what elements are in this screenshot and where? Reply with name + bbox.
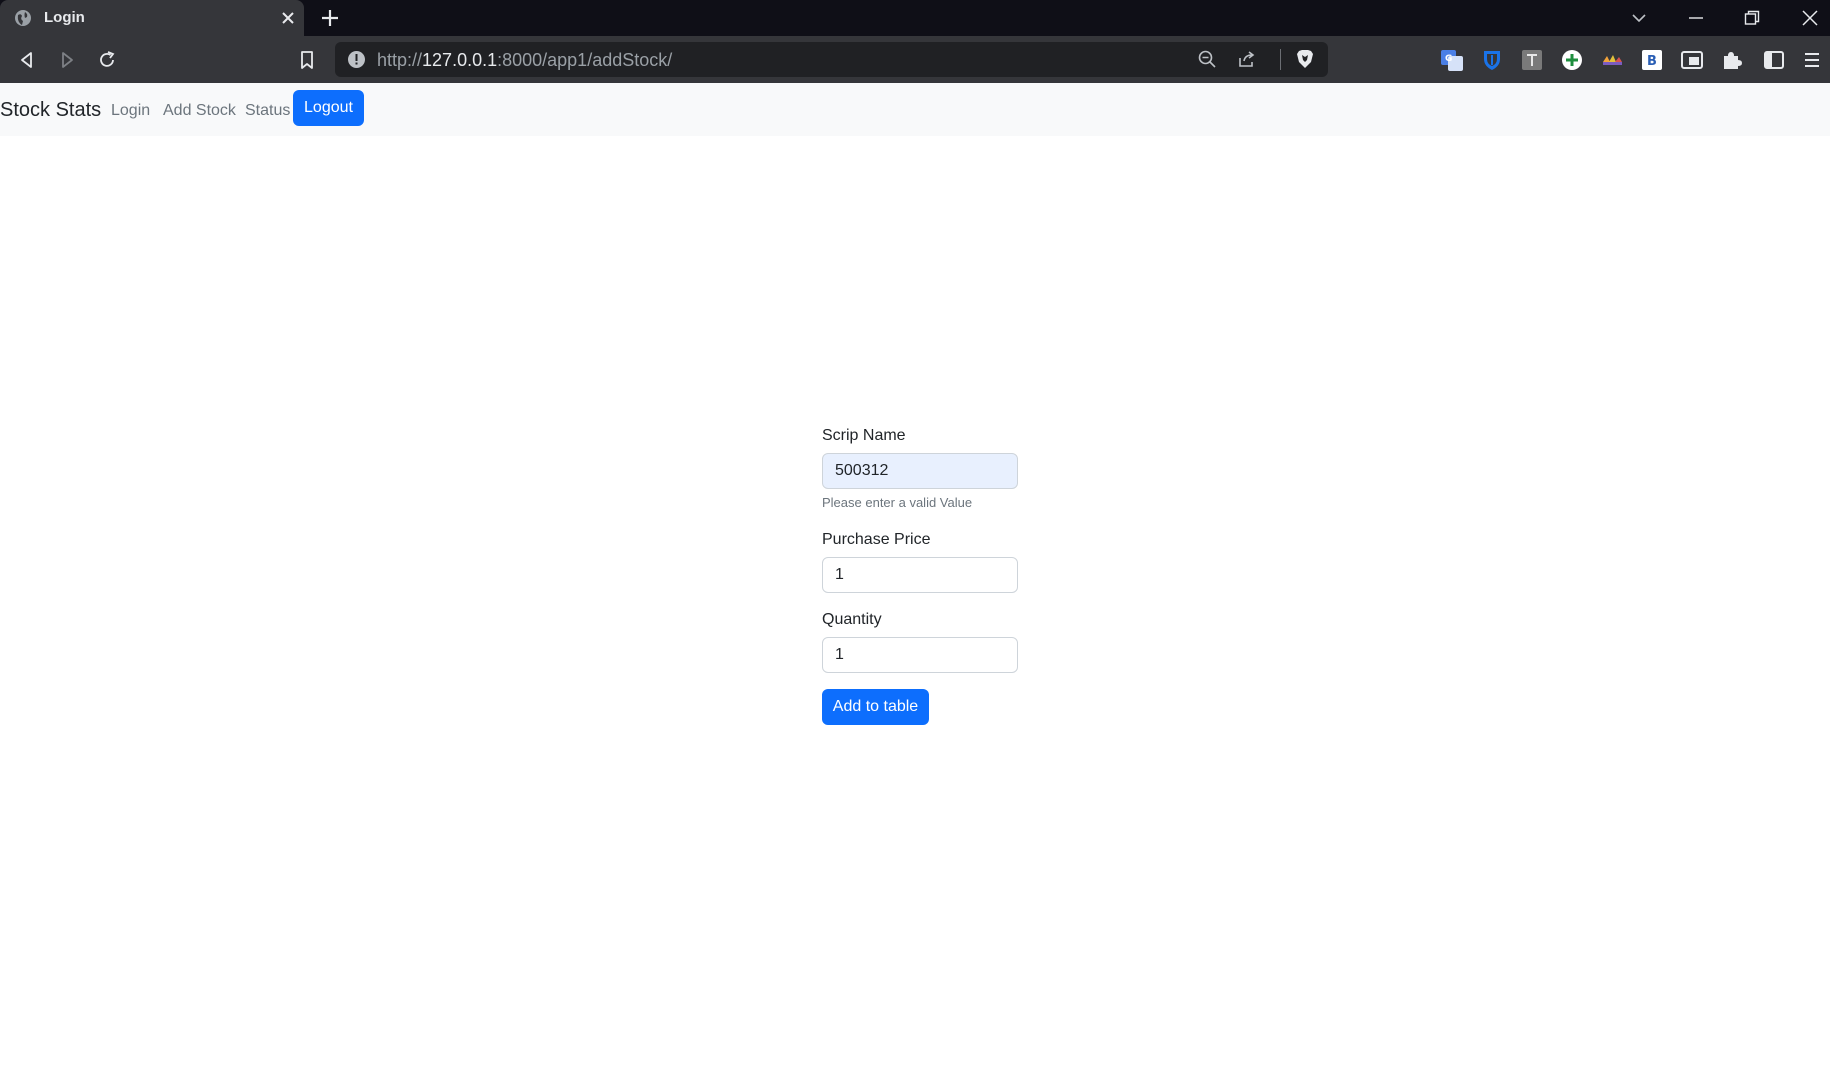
t-extension-icon[interactable] — [1520, 48, 1544, 72]
window-extension-icon[interactable] — [1680, 48, 1704, 72]
new-tab-icon[interactable] — [320, 8, 340, 28]
nav-link-login[interactable]: Login — [111, 101, 150, 121]
brave-shields-icon[interactable] — [1294, 48, 1316, 70]
logout-button[interactable]: Logout — [293, 90, 364, 126]
address-bar-divider — [1280, 49, 1281, 70]
nav-link-add-stock[interactable]: Add Stock — [163, 101, 236, 121]
quantity-input[interactable] — [822, 637, 1018, 673]
share-icon[interactable] — [1237, 49, 1257, 69]
translate-extension-icon[interactable]: G — [1440, 48, 1464, 72]
url-scheme: http:// — [377, 50, 423, 70]
menu-icon[interactable] — [1800, 48, 1824, 72]
purchase-price-label: Purchase Price — [822, 531, 931, 548]
address-bar[interactable]: http://127.0.0.1:8000/app1/addStock/ — [335, 42, 1328, 77]
shield-extension-icon[interactable] — [1480, 48, 1504, 72]
browser-tab-bar: Login — [0, 0, 1830, 36]
navbar: Stock Stats Login Add Stock Status Logou… — [0, 83, 1830, 136]
b-extension-icon[interactable]: B — [1640, 48, 1664, 72]
close-tab-icon[interactable] — [280, 10, 296, 26]
scrip-name-help-text: Please enter a valid Value — [822, 495, 973, 510]
restore-icon[interactable] — [1743, 9, 1761, 27]
svg-text:B: B — [1647, 54, 1657, 69]
tab-title: Login — [44, 9, 85, 26]
quantity-label: Quantity — [822, 611, 882, 628]
bookmark-icon[interactable] — [296, 49, 318, 71]
url-host: 127.0.0.1 — [422, 50, 498, 70]
svg-text:G: G — [1445, 54, 1452, 64]
tab-search-chevron-icon[interactable] — [1630, 9, 1648, 27]
plus-extension-icon[interactable] — [1560, 48, 1584, 72]
sidebar-icon[interactable] — [1762, 48, 1786, 72]
minimize-icon[interactable] — [1687, 9, 1705, 27]
navbar-brand[interactable]: Stock Stats — [0, 98, 101, 122]
add-to-table-button[interactable]: Add to table — [822, 689, 929, 725]
globe-icon — [15, 10, 31, 26]
colorful-extension-icon[interactable] — [1600, 48, 1624, 72]
site-info-icon[interactable] — [347, 50, 366, 69]
back-icon[interactable] — [16, 49, 38, 71]
puzzle-icon[interactable] — [1720, 48, 1744, 72]
url-text[interactable]: http://127.0.0.1:8000/app1/addStock/ — [377, 50, 672, 70]
reload-icon[interactable] — [96, 49, 118, 71]
scrip-name-input[interactable] — [822, 453, 1018, 489]
nav-link-status[interactable]: Status — [245, 101, 290, 121]
forward-icon[interactable] — [56, 49, 78, 71]
scrip-name-label: Scrip Name — [822, 427, 906, 444]
close-window-icon[interactable] — [1801, 9, 1819, 27]
url-path: :8000/app1/addStock/ — [497, 50, 673, 70]
purchase-price-input[interactable] — [822, 557, 1018, 593]
browser-tab[interactable]: Login — [0, 0, 304, 36]
zoom-icon[interactable] — [1197, 49, 1217, 69]
browser-toolbar: http://127.0.0.1:8000/app1/addStock/ G B — [0, 36, 1830, 83]
